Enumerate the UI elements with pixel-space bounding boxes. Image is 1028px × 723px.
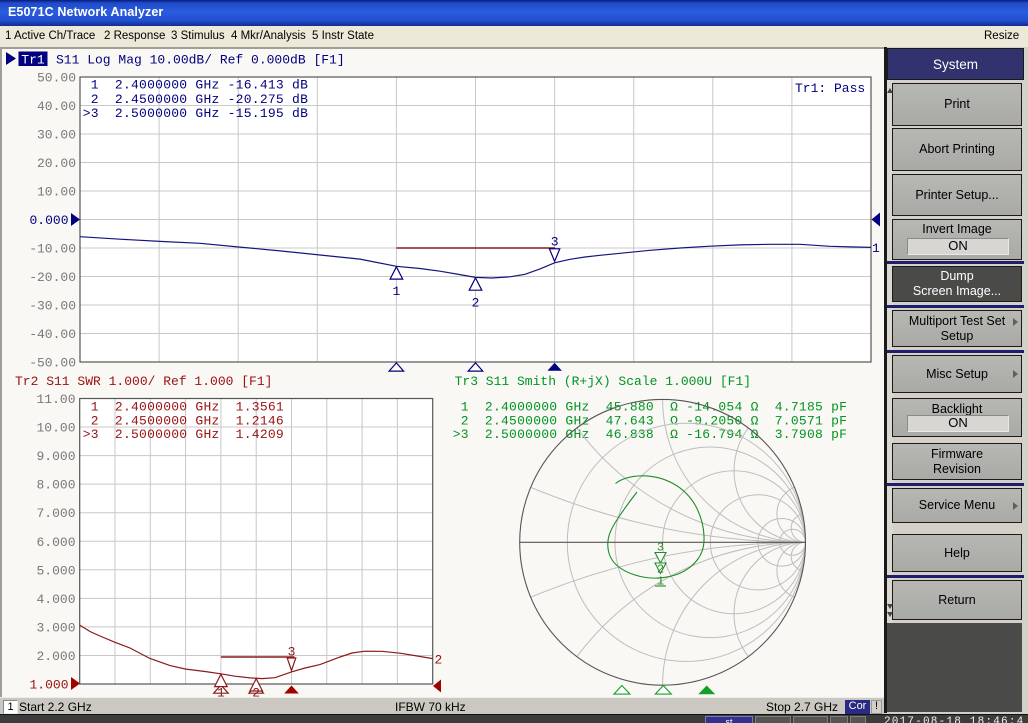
svg-text:10.00: 10.00 [36, 421, 75, 436]
svg-text:Tr3 S11 Smith (R+jX) Scale 1.0: Tr3 S11 Smith (R+jX) Scale 1.000U [F1] [455, 374, 751, 389]
svg-text:7.000: 7.000 [36, 506, 75, 521]
svg-text:1 2.4000000 GHz 45.880 Ω -1: 1 2.4000000 GHz 45.880 Ω -14.054 Ω 4.718… [453, 399, 848, 414]
svg-text:1 2.4000000 GHz -16.413 dB: 1 2.4000000 GHz -16.413 dB [83, 77, 308, 92]
svg-text:8.000: 8.000 [36, 478, 75, 493]
svg-text:>3 2.5000000 GHz 1.4209: >3 2.5000000 GHz 1.4209 [83, 427, 284, 442]
svg-text:1: 1 [872, 241, 880, 256]
svg-text:30.00: 30.00 [37, 128, 76, 143]
svg-text:2: 2 [435, 653, 443, 668]
svg-text:2 2.4500000 GHz -20.275 dB: 2 2.4500000 GHz -20.275 dB [83, 92, 308, 107]
svg-text:11.00: 11.00 [36, 392, 75, 407]
svg-text:Tr1: Tr1 [21, 53, 45, 68]
svg-text:6.000: 6.000 [36, 535, 75, 550]
svg-text:1.000: 1.000 [29, 678, 68, 693]
svg-text:2.000: 2.000 [36, 649, 75, 664]
svg-text:Tr2 S11 SWR 1.000/ Ref 1.000 [: Tr2 S11 SWR 1.000/ Ref 1.000 [F1] [15, 374, 272, 389]
svg-text:-40.00: -40.00 [29, 327, 76, 342]
svg-text:>3 2.5000000 GHz -15.195 dB: >3 2.5000000 GHz -15.195 dB [83, 106, 308, 121]
svg-text:0.000: 0.000 [29, 213, 68, 228]
svg-text:1: 1 [392, 284, 400, 299]
svg-text:4.000: 4.000 [36, 592, 75, 607]
svg-text:9.000: 9.000 [36, 449, 75, 464]
svg-text:3: 3 [551, 235, 559, 250]
svg-text:-10.00: -10.00 [29, 242, 76, 257]
svg-text:Tr1: Pass: Tr1: Pass [795, 81, 865, 96]
svg-text:40.00: 40.00 [37, 99, 76, 114]
svg-text:5.000: 5.000 [36, 563, 75, 578]
svg-text:3: 3 [288, 645, 296, 660]
svg-text:20.00: 20.00 [37, 156, 76, 171]
svg-text:-30.00: -30.00 [29, 299, 76, 314]
svg-text:1 2.4000000 GHz 1.3561: 1 2.4000000 GHz 1.3561 [83, 399, 284, 414]
svg-text:10.00: 10.00 [37, 185, 76, 200]
svg-text:-50.00: -50.00 [29, 356, 76, 371]
svg-text:3.000: 3.000 [36, 620, 75, 635]
svg-text:2: 2 [472, 296, 480, 311]
svg-text:50.00: 50.00 [37, 71, 76, 86]
svg-text:-20.00: -20.00 [29, 270, 76, 285]
svg-text:S11 Log Mag 10.00dB/ Ref 0.000: S11 Log Mag 10.00dB/ Ref 0.000dB [F1] [56, 53, 345, 68]
